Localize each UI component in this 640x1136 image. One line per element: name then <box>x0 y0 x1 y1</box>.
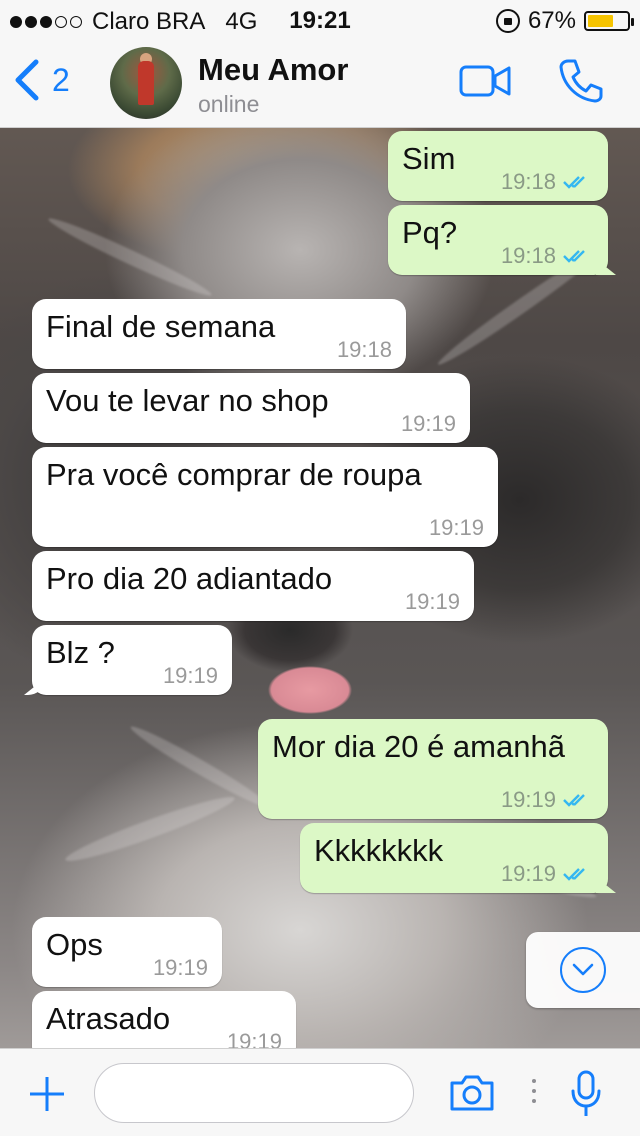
message-time: 19:18 <box>336 337 392 362</box>
avatar[interactable] <box>110 47 182 119</box>
phone-call-icon[interactable] <box>558 58 604 104</box>
message-bubble-incoming[interactable]: Pra você comprar de roupa 19:19 <box>32 447 498 547</box>
message-time: 19:18 <box>500 243 556 268</box>
message-time: 19:19 <box>400 411 456 436</box>
message-bubble-incoming[interactable]: Final de semana 19:18 <box>32 299 406 369</box>
message-bubble-incoming[interactable]: Pro dia 20 adiantado 19:19 <box>32 551 474 621</box>
microphone-icon[interactable] <box>568 1069 604 1119</box>
message-time: 19:19 <box>404 589 460 614</box>
message-time: 19:19 <box>500 861 556 886</box>
message-bubble-incoming[interactable]: Vou te levar no shop 19:19 <box>32 373 470 443</box>
message-bubble-outgoing[interactable]: Kkkkkkkk 19:19 <box>300 823 616 893</box>
camera-icon[interactable] <box>448 1073 496 1113</box>
message-text: Pra você comprar de roupa <box>46 457 422 492</box>
message-composer <box>0 1048 640 1136</box>
message-time: 19:19 <box>500 787 556 812</box>
contact-status: online <box>198 91 260 117</box>
message-input[interactable] <box>94 1063 414 1123</box>
back-button[interactable]: 2 <box>14 58 70 102</box>
message-time: 19:19 <box>162 663 218 688</box>
message-bubble-outgoing[interactable]: Mor dia 20 é amanhã 19:19 <box>258 719 608 819</box>
message-bubble-outgoing[interactable]: Sim 19:18 <box>388 131 608 201</box>
message-bubble-incoming[interactable]: Blz ? 19:19 <box>24 625 232 695</box>
message-text: Vou te levar no shop <box>46 383 329 418</box>
more-options-icon[interactable] <box>532 1079 536 1103</box>
battery-icon <box>584 11 634 31</box>
read-receipt-icon <box>563 868 585 881</box>
navigation-header: Claro BRA 4G 19:21 67% 2 Meu Amor online <box>0 0 640 128</box>
battery-percent: 67% <box>527 7 576 34</box>
back-chevron-icon <box>15 59 39 101</box>
rotation-lock-icon <box>495 9 520 33</box>
message-bubble-outgoing[interactable]: Pq? 19:18 <box>388 205 616 275</box>
read-receipt-icon <box>563 794 585 807</box>
message-text: Pro dia 20 adiantado <box>46 561 333 596</box>
message-text: Mor dia 20 é amanhã <box>272 729 565 764</box>
contact-name[interactable]: Meu Amor <box>198 52 348 88</box>
scroll-to-bottom-button[interactable] <box>526 932 640 1008</box>
message-bubble-incoming[interactable]: Ops 19:19 <box>32 917 222 987</box>
message-time: 19:19 <box>428 515 484 540</box>
unread-chats-count: 2 <box>52 61 70 98</box>
message-time: 19:18 <box>500 169 556 194</box>
message-time: 19:19 <box>152 955 208 980</box>
read-receipt-icon <box>563 176 585 189</box>
chevron-down-icon <box>560 947 606 993</box>
status-bar: Claro BRA 4G 19:21 67% <box>0 0 640 40</box>
plus-icon[interactable] <box>28 1075 66 1113</box>
read-receipt-icon <box>563 250 585 263</box>
battery-area: 67% <box>495 7 634 35</box>
video-call-icon[interactable] <box>459 64 511 98</box>
